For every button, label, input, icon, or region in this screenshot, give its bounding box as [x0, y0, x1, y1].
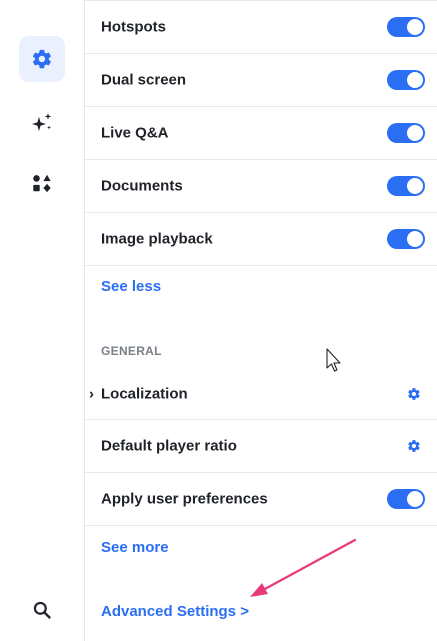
image-playback-toggle[interactable]: [387, 229, 425, 249]
setting-label: Hotspots: [101, 18, 166, 35]
advanced-settings-link[interactable]: Advanced Settings >: [101, 603, 249, 620]
gear-icon: [32, 49, 51, 69]
search-icon: [33, 601, 51, 619]
shapes-icon: [33, 174, 51, 193]
setting-label: Documents: [101, 177, 183, 195]
chevron-right-icon: ›: [89, 385, 94, 402]
see-more-link[interactable]: See more: [101, 539, 169, 556]
setting-row-live-qa: Live Q&A: [85, 107, 437, 160]
settings-panel: Hotspots Dual screen Live Q&A Documents …: [85, 0, 437, 641]
nav-settings-button[interactable]: [19, 36, 65, 82]
hotspots-toggle[interactable]: [387, 16, 425, 37]
apply-user-preferences-label: Apply user preferences: [101, 490, 268, 508]
setting-row-apply-user-preferences: Apply user preferences: [85, 473, 437, 526]
gear-icon[interactable]: [407, 387, 421, 401]
setting-row-documents: Documents: [85, 160, 437, 213]
gear-icon[interactable]: [407, 439, 421, 453]
setting-label: › Localization: [89, 385, 188, 402]
nav-search-button[interactable]: [19, 587, 65, 633]
default-player-ratio-label: Default player ratio: [101, 437, 237, 455]
setting-label: Live Q&A: [101, 124, 169, 142]
setting-row-localization[interactable]: › Localization: [85, 368, 437, 420]
apply-user-preferences-toggle[interactable]: [387, 489, 425, 509]
sidebar: [0, 0, 85, 641]
nav-ai-button[interactable]: [19, 100, 65, 146]
setting-row-dual-screen: Dual screen: [85, 54, 437, 107]
sparkles-icon: [32, 113, 52, 131]
setting-label: Dual screen: [101, 71, 187, 89]
setting-row-image-playback: Image playback: [85, 213, 437, 266]
section-title-general: GENERAL: [101, 344, 162, 358]
setting-row-hotspots: Hotspots: [85, 0, 437, 54]
setting-label: Image playback: [101, 230, 213, 248]
live-qa-toggle[interactable]: [387, 123, 425, 143]
nav-apps-button[interactable]: [19, 160, 65, 206]
see-less-link[interactable]: See less: [101, 278, 161, 295]
documents-toggle[interactable]: [387, 176, 425, 196]
dual-screen-toggle[interactable]: [387, 70, 425, 90]
setting-row-default-player-ratio[interactable]: Default player ratio: [85, 420, 437, 473]
localization-label: Localization: [101, 385, 188, 402]
